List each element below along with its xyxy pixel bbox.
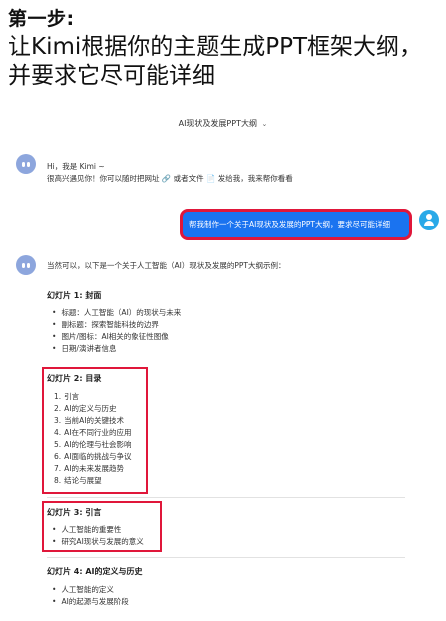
slide-1-heading: 幻灯片 1: 封面: [47, 291, 102, 300]
list-item: 2. AI的定义与历史: [54, 404, 117, 413]
list-item: 5. AI的伦理与社会影响: [54, 440, 132, 449]
slide-2-list: 1. 引言 2. AI的定义与历史 3. 当前AI的关键技术 4. AI在不同行业的应用…: [54, 391, 132, 487]
bot-intro: 当然可以，以下是一个关于人工智能（AI）现状及发展的PPT大纲示例：: [47, 261, 286, 270]
headline: 让Kimi根据你的主题生成PPT框架大纲，并要求它尽可能详细: [8, 34, 423, 89]
list-item: 8. 结论与展望: [54, 476, 102, 485]
slide-3-list: 人工智能的重要性 研究AI现状与发展的意义: [52, 524, 144, 548]
bot-greeting-line1: Hi，我是 Kimi ~: [47, 162, 105, 171]
bot-greeting-line2: 很高兴遇见你！你可以随时把网址 🔗 或者文件 📄 发给我，我来帮你看看: [47, 174, 293, 183]
list-item: AI的起源与发展阶段: [52, 596, 128, 608]
divider: [47, 497, 405, 498]
divider: [47, 557, 405, 558]
chevron-down-icon: ⌄: [261, 120, 268, 128]
slide-4-list: 人工智能的定义 AI的起源与发展阶段: [52, 584, 129, 608]
slide-4-heading: 幻灯片 4: AI的定义与历史: [47, 567, 143, 576]
list-item: 副标题：探索智能科技的边界: [52, 319, 181, 331]
bot-greeting: Hi，我是 Kimi ~ 很高兴遇见你！你可以随时把网址 🔗 或者文件 📄 发给…: [47, 161, 293, 185]
list-item: 6. AI面临的挑战与争议: [54, 452, 132, 461]
list-item: 4. AI在不同行业的应用: [54, 428, 132, 437]
slide-3-heading: 幻灯片 3: 引言: [47, 508, 102, 517]
slide-1-list: 标题：人工智能（AI）的现状与未来 副标题：探索智能科技的边界 图片/图标：AI…: [52, 307, 181, 355]
list-item: 1. 引言: [54, 392, 80, 401]
list-item: 人工智能的定义: [52, 584, 129, 596]
kimi-avatar: [16, 154, 36, 174]
list-item: 日期/演讲者信息: [52, 343, 181, 355]
kimi-avatar-response: [16, 255, 36, 275]
conversation-title[interactable]: AI现状及发展PPT大纲 ⌄: [0, 118, 446, 129]
user-message-bubble: 帮我制作一个关于AI现状及发展的PPT大纲，要求尽可能详细: [180, 209, 412, 240]
slide-2-heading: 幻灯片 2: 目录: [47, 374, 102, 383]
list-item: 3. 当前AI的关键技术: [54, 416, 124, 425]
list-item: 标题：人工智能（AI）的现状与未来: [52, 307, 181, 319]
list-item: 研究AI现状与发展的意义: [52, 536, 143, 548]
conversation-title-text: AI现状及发展PPT大纲: [178, 119, 257, 128]
list-item: 人工智能的重要性: [52, 524, 144, 536]
list-item: 7. AI的未来发展趋势: [54, 464, 124, 473]
step-title: 第一步:: [8, 8, 75, 30]
list-item: 图片/图标：AI相关的象征性图像: [52, 331, 181, 343]
user-avatar: [419, 210, 439, 230]
